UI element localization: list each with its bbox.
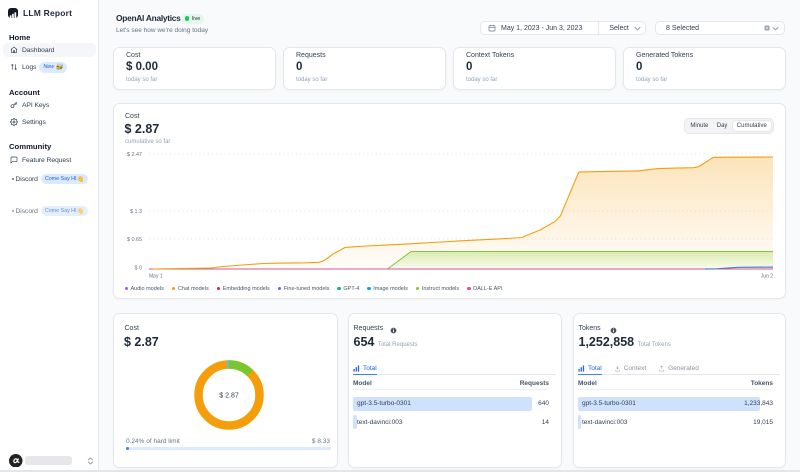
svg-text:$ 2.87: $ 2.87	[219, 393, 239, 400]
svg-text:$ 1.3: $ 1.3	[130, 209, 142, 215]
svg-text:Jun 2: Jun 2	[761, 274, 773, 280]
svg-text:$ 0.65: $ 0.65	[127, 237, 142, 243]
svg-text:$ 0: $ 0	[135, 266, 143, 272]
svg-text:May 1: May 1	[149, 274, 163, 280]
svg-text:$ 2.47: $ 2.47	[127, 152, 142, 158]
